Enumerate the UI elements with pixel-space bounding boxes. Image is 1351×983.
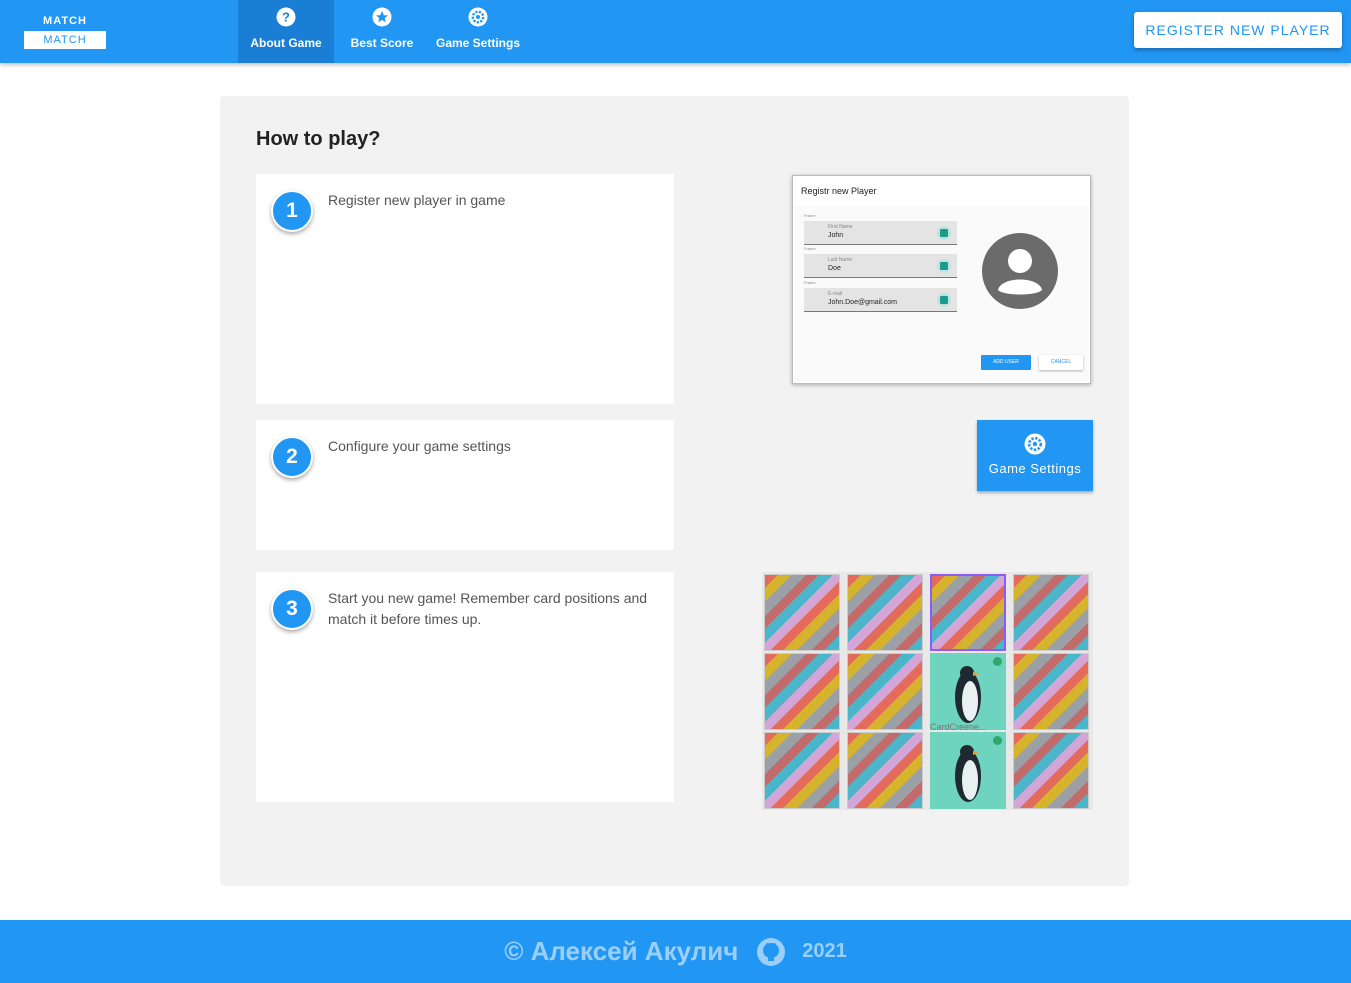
how-to-play-panel: How to play? 1 Register new player in ga… [220,96,1129,886]
logo-bottom-text: MATCH [24,31,106,49]
step-card-2: 2 Configure your game settings [256,420,674,550]
card-back [847,574,923,651]
step-description: Configure your game settings [328,438,511,454]
gear-icon [468,7,488,27]
gear-icon [1024,433,1046,455]
github-icon[interactable] [756,937,786,967]
register-preview-title: Registr new Player [801,186,877,196]
logo[interactable]: MATCH MATCH [24,14,106,49]
card-back [764,732,840,809]
preview-field-label: E-mail [828,291,843,297]
step-card-3: 3 Start you new game! Remember card posi… [256,572,674,802]
preview-add-user-button: ADD USER [981,355,1031,370]
step-description: Start you new game! Remember card positi… [328,590,648,627]
preview-field-value: John [828,232,844,239]
step-description: Register new player in game [328,192,506,208]
nav-about-game[interactable]: ? About Game [238,0,334,63]
game-settings-preview: Game Settings [977,420,1093,491]
card-back [1013,653,1089,730]
svg-text:?: ? [282,10,290,25]
preview-first-name-field: Frame First Name John [804,213,957,245]
preview-frame-label: Frame [804,280,816,285]
nav-game-settings[interactable]: Game Settings [430,0,526,63]
card-caption: CardCreene... [930,722,987,732]
step-card-1: 1 Register new player in game [256,174,674,404]
preview-email-field: Frame E-mail John.Doe@gmail.com [804,280,957,312]
preview-field-label: First Name [828,224,853,230]
step-number-badge: 1 [271,190,313,232]
card-back [847,732,923,809]
card-penguin [930,732,1006,809]
question-icon: ? [276,7,296,27]
card-back [764,653,840,730]
register-new-player-button[interactable]: REGISTER NEW PLAYER [1134,12,1342,48]
game-settings-preview-label: Game Settings [988,461,1082,476]
check-icon [937,293,951,307]
card-penguin [930,653,1006,730]
match-check-icon [993,657,1002,666]
card-back-selected [930,574,1006,651]
footer-content: © Алексей Акулич 2021 [0,920,1351,983]
step-number-badge: 3 [271,588,313,630]
preview-frame-label: Frame [804,246,816,251]
star-icon [372,7,392,27]
card-back [1013,574,1089,651]
app-header: MATCH MATCH ? About Game Best Score Game… [0,0,1351,63]
preview-last-name-field: Frame Last Name Doe [804,246,957,278]
match-check-icon [993,736,1002,745]
nav-game-settings-label: Game Settings [435,36,521,50]
page-title: How to play? [256,128,381,150]
register-preview-body: Frame First Name John Frame Last Name Do… [794,206,1089,382]
check-icon [937,226,951,240]
register-dialog-preview: Registr new Player Frame First Name John… [792,175,1091,384]
logo-top-text: MATCH [43,15,87,27]
card-back [764,574,840,651]
avatar-icon [982,233,1058,309]
preview-field-value: John.Doe@gmail.com [828,299,897,306]
main-nav: ? About Game Best Score Game Settings [238,0,526,63]
check-icon [937,259,951,273]
footer-author: © Алексей Акулич [504,936,739,966]
footer-year: 2021 [802,940,847,962]
app-footer: © Алексей Акулич 2021 [0,920,1351,983]
nav-best-score[interactable]: Best Score [334,0,430,63]
card-back [1013,732,1089,809]
preview-cancel-button: CANCEL [1039,355,1083,370]
nav-about-game-label: About Game [250,36,322,50]
card-back [847,653,923,730]
step-number-badge: 2 [271,436,313,478]
preview-field-label: Last Name [828,257,853,263]
preview-frame-label: Frame [804,213,816,218]
preview-field-value: Doe [828,265,841,272]
card-grid-preview: CardCreene... [762,572,1093,810]
nav-best-score-label: Best Score [350,36,414,50]
